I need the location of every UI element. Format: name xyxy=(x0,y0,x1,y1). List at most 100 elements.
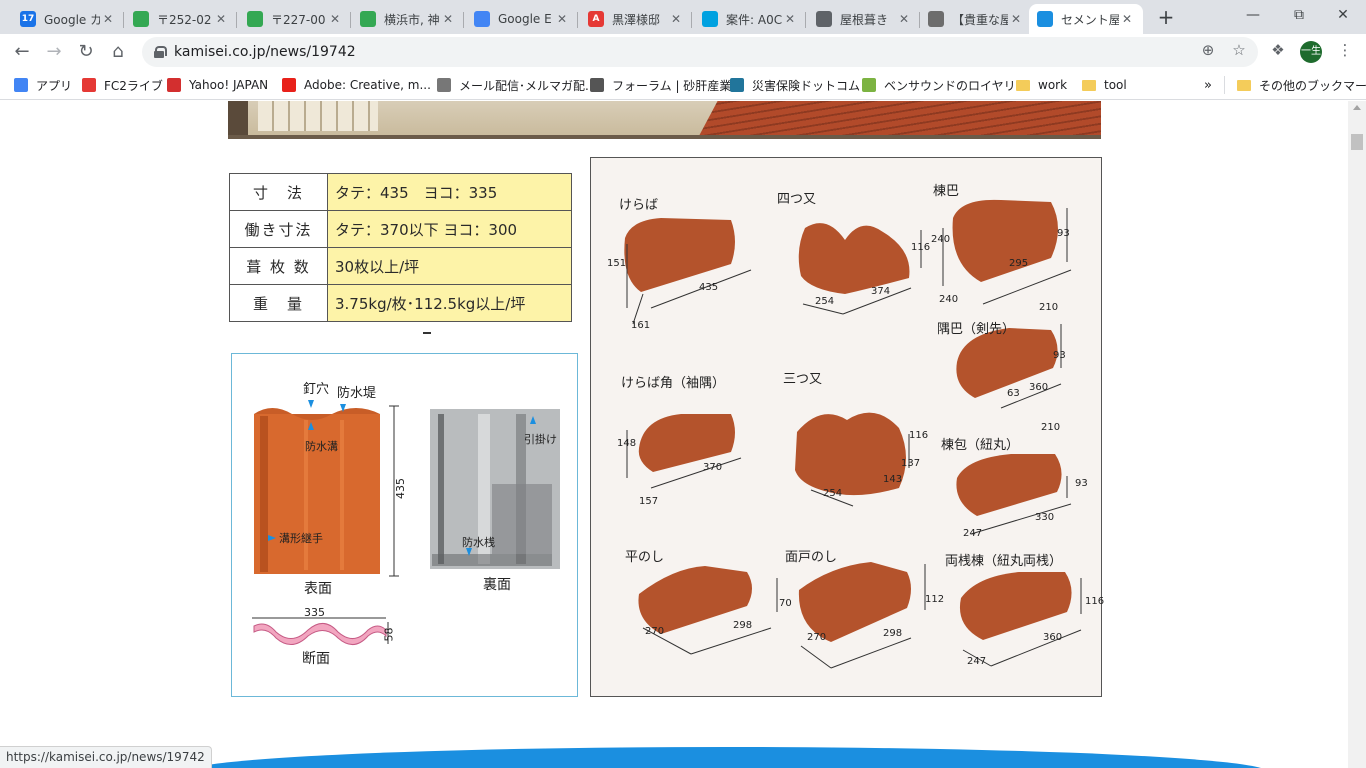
forward-button[interactable]: → xyxy=(40,38,68,66)
close-tab-icon[interactable]: ✕ xyxy=(896,11,912,27)
groove-joint-label: 溝形継手 xyxy=(279,532,323,545)
bookmarks-bar: アプリ FC2ライブ Yahoo! JAPAN Adobe: Creative, m.… xyxy=(0,70,1366,100)
catalog-dimension: 330 xyxy=(1035,512,1055,523)
tab-title: 屋根葺き xyxy=(840,12,889,27)
section-banner xyxy=(186,747,1268,768)
lock-icon xyxy=(154,46,167,58)
site-favicon-icon xyxy=(282,78,296,92)
spec-value: タテ：435 ヨコ：335 xyxy=(327,173,572,211)
minimize-button[interactable]: — xyxy=(1230,0,1276,30)
bookmark-item[interactable]: Adobe: Creative, m... xyxy=(282,76,431,94)
close-tab-icon[interactable]: ✕ xyxy=(668,11,684,27)
bookmark-folder[interactable]: tool xyxy=(1082,76,1127,94)
browser-tab[interactable]: Google E ✕ xyxy=(466,4,578,34)
browser-tab[interactable]: セメント屋 ✕ xyxy=(1029,4,1143,34)
bookmark-item[interactable]: Yahoo! JAPAN xyxy=(167,76,268,94)
accessory-catalog: けらば 151 435 161 四つ又 116 374 254 棟巴 240 93 295 240 隅巴（… xyxy=(590,157,1104,697)
site-icon xyxy=(928,11,944,27)
bookmark-label: Yahoo! JAPAN xyxy=(189,78,269,92)
catalog-dimension: 240 xyxy=(931,234,951,245)
spec-key: 葺 枚 数 xyxy=(229,247,328,285)
back-button[interactable]: ← xyxy=(8,38,36,66)
address-bar[interactable]: kamisei.co.jp/news/19742 xyxy=(142,37,1258,67)
folder-icon xyxy=(1237,79,1251,91)
bookmark-folder[interactable]: work xyxy=(1016,76,1067,94)
bookmark-item[interactable]: フォーラム | 砂肝産業 xyxy=(590,76,731,94)
spec-row: 葺 枚 数 30枚以上/坪 xyxy=(229,247,572,285)
browser-tab[interactable]: 【貴重な屋 ✕ xyxy=(920,4,1032,34)
app-icon: A xyxy=(588,11,604,27)
close-tab-icon[interactable]: ✕ xyxy=(782,11,798,27)
tab-title: Google カ xyxy=(44,12,100,27)
scroll-thumb[interactable] xyxy=(1351,134,1363,150)
close-tab-icon[interactable]: ✕ xyxy=(440,11,456,27)
tab-title: 【貴重な屋 xyxy=(952,12,1008,27)
bookmark-item[interactable]: 災害保険ドットコム xyxy=(730,76,860,94)
catalog-dimension: 360 xyxy=(1043,632,1063,643)
catalog-dimension: 270 xyxy=(645,626,665,637)
browser-tab[interactable]: 〒252-02 ✕ xyxy=(125,4,237,34)
zoom-icon[interactable]: ⊕ xyxy=(1198,40,1218,60)
earth-icon xyxy=(474,11,490,27)
extensions-icon[interactable]: ❖ xyxy=(1268,40,1288,60)
browser-tab[interactable]: 〒227-00 ✕ xyxy=(239,4,351,34)
bookmark-item[interactable]: FC2ライブ xyxy=(82,76,163,94)
catalog-dimension: 116 xyxy=(909,430,929,441)
bookmark-label: アプリ xyxy=(36,78,73,93)
mune-tomoe-tile xyxy=(952,199,1058,282)
scroll-up-arrow-icon[interactable] xyxy=(1353,105,1361,110)
tab-strip: 17 Google カ ✕ 〒252-02 ✕ 〒227-00 ✕ 横浜市, 神 ✕ Google… xyxy=(0,0,1366,34)
close-tab-icon[interactable]: ✕ xyxy=(1008,11,1024,27)
vertical-scrollbar[interactable] xyxy=(1348,101,1366,768)
browser-tab[interactable]: A 黒澤様邸 ✕ xyxy=(580,4,692,34)
home-button[interactable]: ⌂ xyxy=(104,38,132,66)
bookmark-star-icon[interactable]: ☆ xyxy=(1229,40,1249,60)
bookmark-label: メール配信･メルマガ配... xyxy=(459,78,597,93)
bookmark-item[interactable]: アプリ xyxy=(14,76,72,94)
catalog-dimension: 93 xyxy=(1057,228,1070,239)
close-tab-icon[interactable]: ✕ xyxy=(213,11,229,27)
bookmark-item[interactable]: ベンサウンドのロイヤリ... xyxy=(862,76,1027,94)
bookmark-item[interactable]: メール配信･メルマガ配... xyxy=(437,76,596,94)
catalog-item-name: 面戸のし xyxy=(785,550,838,565)
close-window-button[interactable]: ✕ xyxy=(1320,0,1366,30)
close-tab-icon[interactable]: ✕ xyxy=(1119,11,1135,27)
new-tab-button[interactable]: + xyxy=(1154,6,1178,30)
bookmarks-overflow-button[interactable]: » xyxy=(1204,76,1212,94)
catalog-dimension: 93 xyxy=(1053,350,1066,361)
catalog-dimension: 137 xyxy=(901,458,921,469)
spec-key: 重 量 xyxy=(229,284,328,322)
other-bookmarks-folder[interactable]: その他のブックマーク xyxy=(1224,76,1366,94)
ryosan-mune-tile xyxy=(959,572,1072,640)
catalog-item-name: けらば xyxy=(619,198,659,213)
back-face-label: 裏面 xyxy=(483,577,511,593)
catalog-dimension: 360 xyxy=(1029,382,1049,393)
bookmark-label: work xyxy=(1038,78,1068,92)
catalog-item-name: 隅巴（剣先） xyxy=(937,322,1016,337)
tab-title: 案件: A0C xyxy=(726,12,782,27)
restore-button[interactable]: ⧉ xyxy=(1276,0,1322,30)
profile-avatar[interactable]: 一生 xyxy=(1300,41,1322,63)
catalog-dimension: 254 xyxy=(823,488,843,499)
catalog-item-name: 平のし xyxy=(625,550,665,565)
browser-tab[interactable]: 屋根葺き ✕ xyxy=(808,4,920,34)
catalog-dimension: 247 xyxy=(967,656,987,667)
browser-tab[interactable]: 案件: A0C ✕ xyxy=(694,4,806,34)
menu-icon[interactable]: ⋮ xyxy=(1335,40,1355,60)
site-favicon-icon xyxy=(437,78,451,92)
length-435-label: 435 xyxy=(394,478,407,499)
catalog-dimension: 143 xyxy=(883,474,903,485)
close-tab-icon[interactable]: ✕ xyxy=(554,11,570,27)
close-tab-icon[interactable]: ✕ xyxy=(100,11,116,27)
browser-tab[interactable]: 17 Google カ ✕ xyxy=(12,4,124,34)
catalog-dimension: 240 xyxy=(939,294,959,305)
catalog-item-name: けらば角（袖隅） xyxy=(621,376,726,391)
url-text: kamisei.co.jp/news/19742 xyxy=(174,44,356,60)
catalog-item-name: 棟包（紐丸） xyxy=(941,438,1020,453)
site-favicon-icon xyxy=(167,78,181,92)
reload-button[interactable]: ↻ xyxy=(72,38,100,66)
browser-tab[interactable]: 横浜市, 神 ✕ xyxy=(352,4,464,34)
bookmark-label: フォーラム | 砂肝産業 xyxy=(612,78,732,93)
close-tab-icon[interactable]: ✕ xyxy=(327,11,343,27)
maps-pin-icon xyxy=(247,11,263,27)
